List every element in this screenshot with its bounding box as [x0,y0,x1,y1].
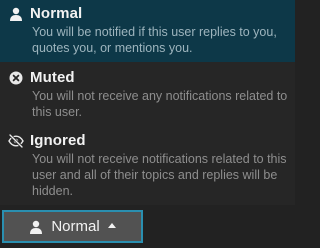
user-icon [29,220,43,234]
times-circle-icon [8,70,24,86]
option-muted-header: Muted [8,70,287,86]
notification-level-button[interactable]: Normal [2,210,143,243]
option-ignored-description: You will not receive notifications relat… [32,152,287,198]
option-ignored-title: Ignored [30,132,86,149]
notification-level-menu: Normal You will be notified if this user… [0,0,295,205]
user-icon [8,6,24,22]
option-muted-description: You will not receive any notifications r… [32,89,288,119]
option-muted[interactable]: Muted You will not receive any notificat… [0,62,295,132]
option-ignored-header: Ignored [8,133,287,149]
option-muted-title: Muted [30,69,75,86]
eye-slash-icon [8,133,24,149]
caret-up-icon [107,223,116,228]
option-normal-header: Normal [8,6,287,22]
option-normal[interactable]: Normal You will be notified if this user… [0,0,295,62]
option-normal-title: Normal [30,5,83,22]
option-normal-description: You will be notified if this user replie… [32,25,277,55]
option-ignored[interactable]: Ignored You will not receive notificatio… [0,125,295,205]
notification-level-button-label: Normal [51,217,100,235]
